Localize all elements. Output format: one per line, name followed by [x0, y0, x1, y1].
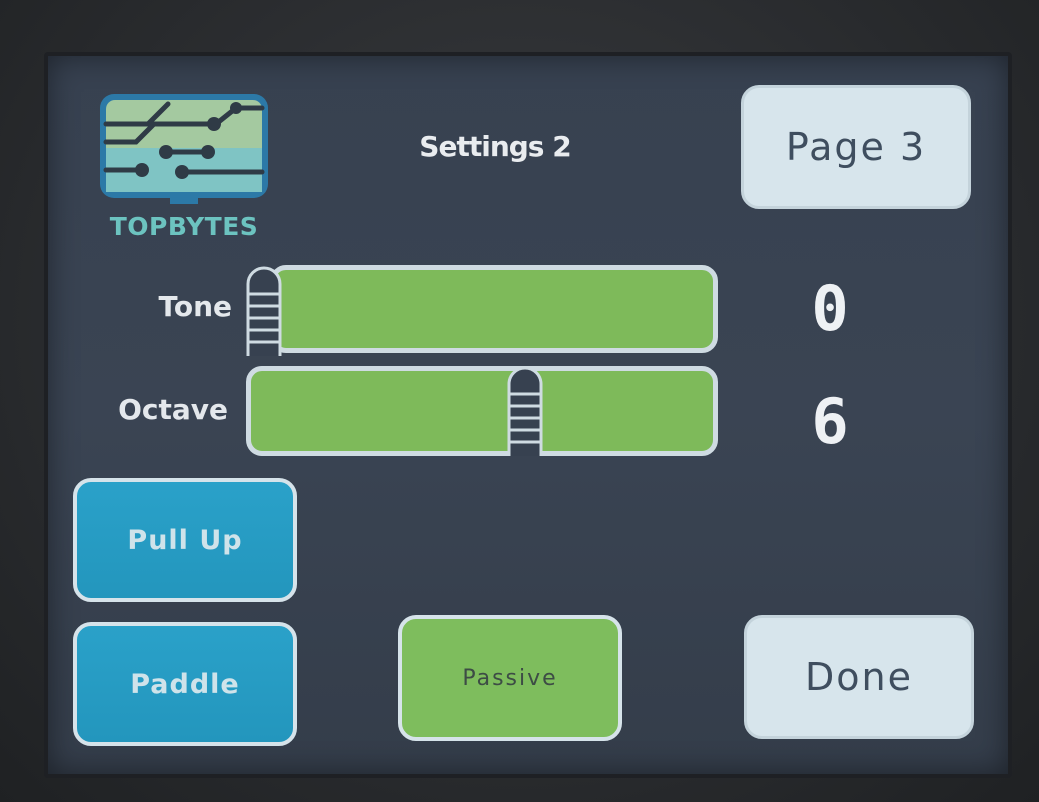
tone-slider-handle[interactable] [244, 260, 284, 360]
paddle-button[interactable]: Paddle [73, 622, 297, 746]
pull-up-button[interactable]: Pull Up [73, 478, 297, 602]
page-3-button[interactable]: Page 3 [741, 85, 971, 209]
tone-slider-track[interactable] [270, 265, 718, 353]
octave-slider-track[interactable] [246, 366, 718, 456]
device-frame: TOPBYTES Settings 2 Page 3 Tone 0 Octave… [0, 0, 1039, 802]
done-button[interactable]: Done [744, 615, 974, 739]
octave-value: 6 [811, 385, 849, 458]
logo-text: TOPBYTES [109, 212, 259, 241]
tone-value: 0 [811, 272, 849, 345]
octave-label: Octave [118, 393, 228, 426]
passive-button-label: Passive [462, 665, 558, 691]
tone-label: Tone [158, 290, 232, 323]
page-3-button-label: Page 3 [785, 125, 927, 169]
passive-button[interactable]: Passive [398, 615, 622, 741]
page-title: Settings 2 [419, 130, 571, 163]
done-button-label: Done [805, 655, 913, 699]
octave-slider-handle[interactable] [505, 360, 545, 460]
pull-up-button-label: Pull Up [127, 524, 243, 556]
paddle-button-label: Paddle [130, 668, 240, 700]
